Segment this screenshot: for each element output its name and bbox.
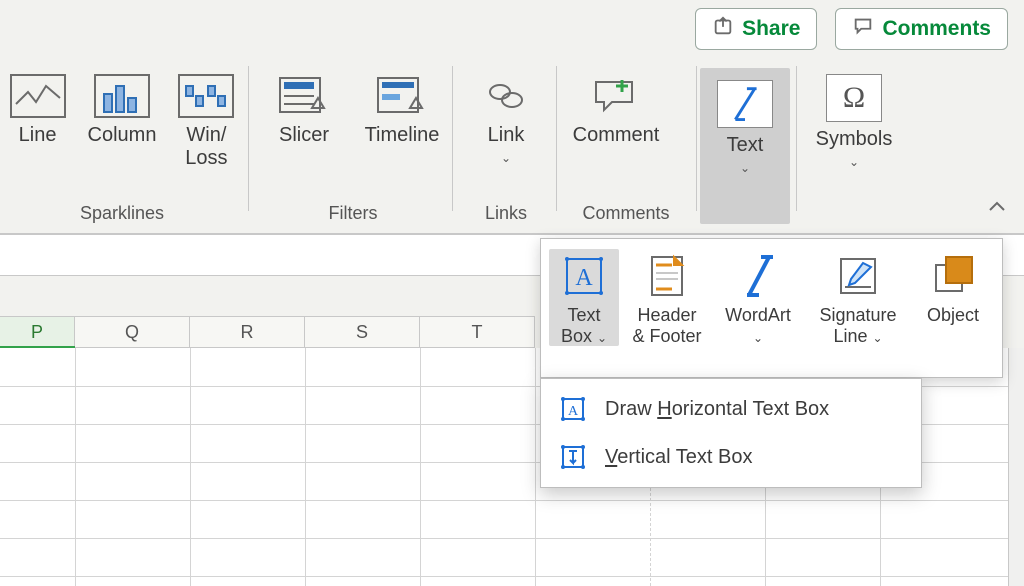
link-button[interactable]: Link ⌄ bbox=[462, 68, 550, 165]
column-header[interactable]: P bbox=[0, 317, 75, 347]
vertical-scrollbar[interactable] bbox=[1008, 348, 1024, 586]
vertical-text-box-item[interactable]: Vertical Text Box bbox=[541, 433, 921, 481]
comments-button[interactable]: Comments bbox=[835, 8, 1008, 50]
column-header[interactable]: T bbox=[420, 317, 535, 347]
text-box-menu: A Draw Horizontal Text Box Vertical Text… bbox=[540, 378, 922, 488]
comments-icon bbox=[852, 15, 874, 43]
column-header[interactable]: R bbox=[190, 317, 305, 347]
collapse-ribbon-button[interactable] bbox=[988, 200, 1006, 219]
sparkline-winloss-button[interactable]: Win/Loss bbox=[173, 68, 240, 170]
sparkline-line-button[interactable]: Line bbox=[4, 68, 71, 170]
comment-button[interactable]: Comment bbox=[566, 68, 666, 147]
text-dropdown-button[interactable]: Text ⌄ bbox=[700, 68, 790, 224]
comments-group-caption: Comments bbox=[566, 203, 686, 224]
vertical-text-box-icon bbox=[559, 443, 587, 471]
draw-horizontal-text-box-item[interactable]: A Draw Horizontal Text Box bbox=[541, 385, 921, 433]
text-box-dropdown-button[interactable]: A TextBox ⌄ bbox=[549, 249, 619, 346]
filters-group-caption: Filters bbox=[260, 203, 446, 224]
signature-line-dropdown-button[interactable]: SignatureLine ⌄ bbox=[807, 249, 909, 346]
symbols-dropdown-button[interactable]: Ω Symbols ⌄ bbox=[804, 68, 904, 169]
sparklines-group-caption: Sparklines bbox=[4, 203, 240, 224]
share-icon bbox=[712, 15, 734, 43]
horizontal-text-box-icon: A bbox=[559, 395, 587, 423]
header-footer-button[interactable]: Header& Footer bbox=[625, 249, 709, 346]
slicer-button[interactable]: Slicer bbox=[260, 68, 348, 147]
column-header[interactable]: S bbox=[305, 317, 420, 347]
column-header-row: P Q R S T bbox=[0, 316, 535, 348]
column-header[interactable]: Q bbox=[75, 317, 190, 347]
wordart-dropdown-button[interactable]: WordArt⌄ bbox=[715, 249, 801, 346]
share-label: Share bbox=[742, 17, 800, 41]
links-group-caption: Links bbox=[462, 203, 550, 224]
svg-text:A: A bbox=[575, 265, 593, 291]
object-button[interactable]: Object bbox=[915, 249, 991, 326]
chevron-down-icon: ⌄ bbox=[849, 155, 859, 169]
chevron-down-icon: ⌄ bbox=[740, 161, 750, 175]
text-gallery-popup: A TextBox ⌄ Header& Footer WordArt⌄ Sign… bbox=[540, 238, 1003, 378]
share-button[interactable]: Share bbox=[695, 8, 817, 50]
sparkline-column-button[interactable]: Column bbox=[81, 68, 163, 170]
svg-text:A: A bbox=[568, 404, 579, 419]
comments-label: Comments bbox=[882, 17, 991, 41]
chevron-down-icon: ⌄ bbox=[501, 151, 511, 165]
ribbon: Line Column Win/Loss Sparklines Slicer T… bbox=[0, 48, 1024, 234]
timeline-button[interactable]: Timeline bbox=[358, 68, 446, 147]
